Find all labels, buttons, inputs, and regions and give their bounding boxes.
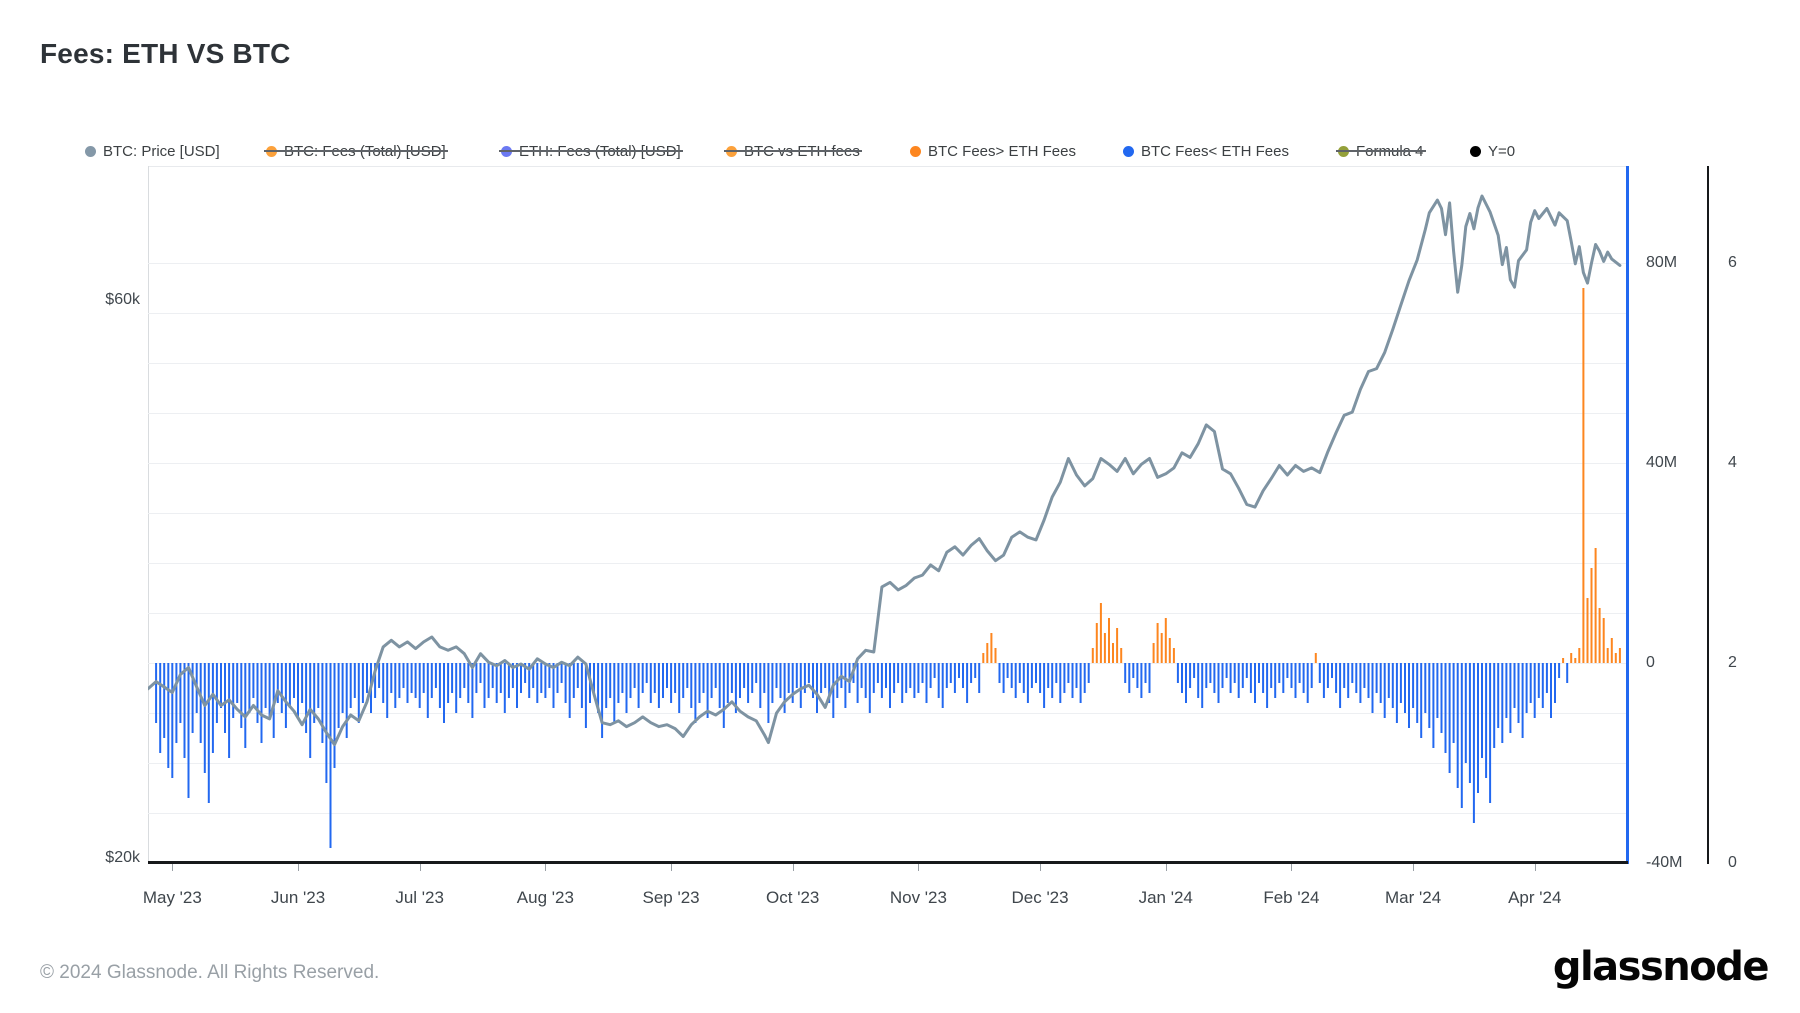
legend-item-label: BTC Fees< ETH Fees (1141, 143, 1289, 160)
legend-item[interactable]: Y=0 (1470, 141, 1515, 161)
axis-tick-label: 4 (1728, 453, 1758, 473)
legend-item[interactable]: ETH: Fees (Total) [USD] (501, 141, 681, 161)
axis-tick-label: 2 (1728, 653, 1758, 673)
plot-area[interactable] (148, 166, 1628, 863)
x-axis-label: Oct '23 (733, 888, 853, 908)
x-axis-label: Apr '24 (1475, 888, 1595, 908)
legend-dot-icon (1338, 146, 1349, 157)
x-axis-tick (1166, 864, 1167, 871)
x-axis-tick (671, 864, 672, 871)
x-axis-label: Sep '23 (611, 888, 731, 908)
chart-canvas (148, 166, 1628, 863)
legend-item-label: BTC: Fees (Total) [USD] (284, 143, 446, 160)
x-axis-label: May '23 (112, 888, 232, 908)
x-axis-tick (298, 864, 299, 871)
axis-tick-label: $20k (40, 848, 140, 868)
x-axis-label: Jun '23 (238, 888, 358, 908)
legend-dot-icon (1470, 146, 1481, 157)
legend-item[interactable]: BTC: Fees (Total) [USD] (266, 141, 446, 161)
page-title: Fees: ETH VS BTC (40, 38, 291, 70)
axis-tick-label: 80M (1646, 253, 1702, 273)
axis-tick-label: 0 (1728, 853, 1758, 873)
legend-item[interactable]: BTC: Price [USD] (85, 141, 220, 161)
legend-dot-icon (85, 146, 96, 157)
axis-tick-label: 0 (1646, 653, 1702, 673)
legend-item-label: Y=0 (1488, 143, 1515, 160)
legend-item-label: ETH: Fees (Total) [USD] (519, 143, 681, 160)
x-axis-label: Jan '24 (1106, 888, 1226, 908)
legend-item[interactable]: BTC Fees< ETH Fees (1123, 141, 1289, 161)
x-axis-tick (1291, 864, 1292, 871)
secondary-axis-line (1707, 166, 1709, 864)
x-axis-tick (1535, 864, 1536, 871)
legend-dot-icon (266, 146, 277, 157)
legend-dot-icon (1123, 146, 1134, 157)
legend-item-label: BTC: Price [USD] (103, 143, 220, 160)
x-axis-tick (1040, 864, 1041, 871)
x-axis-tick (172, 864, 173, 871)
btc-price-line (148, 196, 1620, 745)
x-axis-tick (1413, 864, 1414, 871)
legend-item-label: BTC vs ETH fees (744, 143, 860, 160)
glassnode-logo: glassnode (1553, 944, 1768, 990)
legend-dot-icon (726, 146, 737, 157)
x-axis-label: Nov '23 (858, 888, 978, 908)
chart-page: Fees: ETH VS BTC BTC: Price [USD] BTC: Fe… (0, 0, 1800, 1013)
x-axis-label: Aug '23 (485, 888, 605, 908)
axis-tick-label: $60k (40, 290, 140, 310)
x-axis-tick (420, 864, 421, 871)
legend-item[interactable]: BTC Fees> ETH Fees (910, 141, 1076, 161)
axis-tick-label: -40M (1646, 853, 1702, 873)
x-axis-label: Feb '24 (1231, 888, 1351, 908)
x-axis-tick (545, 864, 546, 871)
btc-fees-less-than-eth-bars (155, 663, 1568, 848)
x-axis-label: Jul '23 (360, 888, 480, 908)
legend-dot-icon (501, 146, 512, 157)
legend-item-label: BTC Fees> ETH Fees (928, 143, 1076, 160)
axis-tick-label: 40M (1646, 453, 1702, 473)
legend-item-label: Formula 4 (1356, 143, 1424, 160)
axis-tick-label: 6 (1728, 253, 1758, 273)
x-axis-label: Dec '23 (980, 888, 1100, 908)
x-axis-tick (918, 864, 919, 871)
x-axis-label: Mar '24 (1353, 888, 1473, 908)
legend-item[interactable]: Formula 4 (1338, 141, 1424, 161)
legend-item[interactable]: BTC vs ETH fees (726, 141, 860, 161)
y-equals-zero-line (148, 861, 1628, 864)
copyright-text: © 2024 Glassnode. All Rights Reserved. (40, 962, 379, 984)
legend-dot-icon (910, 146, 921, 157)
eth-axis-line-blue (1626, 166, 1629, 864)
x-axis-tick (793, 864, 794, 871)
